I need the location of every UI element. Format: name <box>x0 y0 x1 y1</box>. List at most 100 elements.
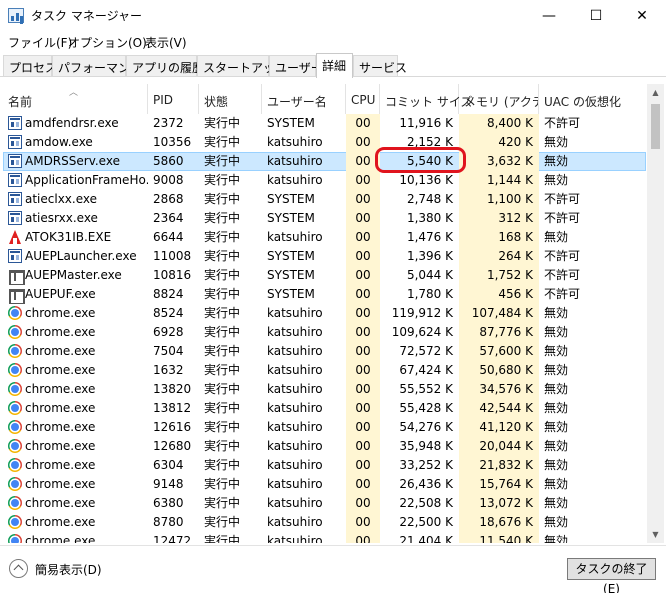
tab-services[interactable]: サービス <box>353 55 407 77</box>
tab-startup[interactable]: スタートアップ <box>197 55 287 77</box>
end-task-button[interactable]: タスクの終了(E) <box>567 558 656 593</box>
process-memory: 20,044 K <box>459 437 539 456</box>
process-memory: 107,484 K <box>459 304 539 323</box>
table-row[interactable]: chrome.exe 12616 実行中 katsuhiro 00 54,276 K 41,… <box>3 418 646 437</box>
menu-options[interactable]: オプション(O) <box>68 34 147 51</box>
table-row[interactable]: amdow.exe 10356 実行中 katsuhiro 00 2,152 K 420 K… <box>3 133 646 152</box>
process-name: chrome.exe <box>3 323 148 342</box>
scroll-up-icon[interactable]: ▲ <box>647 84 664 101</box>
process-pid: 2372 <box>153 116 184 130</box>
table-row[interactable]: chrome.exe 7504 実行中 katsuhiro 00 72,572 K 57,6… <box>3 342 646 361</box>
column-header-memory[interactable]: メモリ (アクテ... <box>459 84 539 114</box>
table-row[interactable]: AUEPLauncher.exe 11008 実行中 SYSTEM 00 1,396 K 2… <box>3 247 646 266</box>
process-user: katsuhiro <box>267 496 323 510</box>
column-header-cpu[interactable]: CPU <box>346 84 380 114</box>
column-header-pid[interactable]: PID <box>148 84 199 114</box>
column-header-commit-size[interactable]: コミット サイズ <box>380 84 472 114</box>
process-uac: 無効 <box>544 173 569 187</box>
tab-users[interactable]: ユーザー <box>269 55 323 77</box>
table-row[interactable]: ApplicationFrameHo... 9008 実行中 katsuhiro 00 1… <box>3 171 646 190</box>
scroll-down-icon[interactable]: ▼ <box>647 526 664 543</box>
process-status: 実行中 <box>204 515 241 529</box>
process-name: AMDRSServ.exe <box>3 152 148 171</box>
tab-bar: プロセス パフォーマンス アプリの履歴 スタートアップ ユーザー 詳細 サービス <box>0 53 666 78</box>
process-uac: 無効 <box>544 401 569 415</box>
process-uac: 無効 <box>544 534 569 543</box>
chrome-icon <box>8 401 22 415</box>
process-user: katsuhiro <box>267 401 323 415</box>
table-row[interactable]: chrome.exe 6928 実行中 katsuhiro 00 109,624 K 87,… <box>3 323 646 342</box>
process-memory: 8,400 K <box>459 114 539 133</box>
column-header-name[interactable]: 名前 ︿ <box>3 84 148 114</box>
table-row[interactable]: chrome.exe 6304 実行中 katsuhiro 00 33,252 K 21,8… <box>3 456 646 475</box>
process-memory: 41,120 K <box>459 418 539 437</box>
process-memory: 168 K <box>459 228 539 247</box>
process-status: 実行中 <box>204 496 241 510</box>
process-name: amdfendrsr.exe <box>3 114 148 133</box>
vertical-scrollbar[interactable]: ▲ ▼ <box>647 84 664 543</box>
tab-processes[interactable]: プロセス <box>3 55 57 77</box>
process-name-label: chrome.exe <box>25 401 96 415</box>
process-name-label: amdfendrsr.exe <box>25 116 119 130</box>
table-row[interactable]: chrome.exe 13820 実行中 katsuhiro 00 55,552 K 34,… <box>3 380 646 399</box>
column-header-status[interactable]: 状態 <box>199 84 262 114</box>
column-header-uac[interactable]: UAC の仮想化 <box>539 84 646 114</box>
minimize-button[interactable]: — <box>526 0 572 31</box>
process-name-label: ApplicationFrameHo... <box>25 173 148 187</box>
table-row[interactable]: chrome.exe 12472 実行中 katsuhiro 00 21,404 K 11,… <box>3 532 646 543</box>
process-name-label: AUEPLauncher.exe <box>25 249 137 263</box>
process-name: ATOK31IB.EXE <box>3 228 148 247</box>
column-header-username[interactable]: ユーザー名 <box>262 84 346 114</box>
process-user: katsuhiro <box>267 534 323 543</box>
process-uac: 無効 <box>544 135 569 149</box>
table-row[interactable]: chrome.exe 1632 実行中 katsuhiro 00 67,424 K 50,6… <box>3 361 646 380</box>
table-row[interactable]: amdfendrsr.exe 2372 実行中 SYSTEM 00 11,916 K 8,4… <box>3 114 646 133</box>
tab-performance[interactable]: パフォーマンス <box>52 55 142 77</box>
chrome-icon <box>8 420 22 434</box>
process-commit-size: 22,508 K <box>399 496 453 510</box>
scroll-thumb[interactable] <box>651 104 660 149</box>
table-row[interactable]: ATOK31IB.EXE 6644 実行中 katsuhiro 00 1,476 K 168… <box>3 228 646 247</box>
collapse-chevron-icon[interactable] <box>9 559 28 578</box>
process-cpu: 00 <box>346 266 380 285</box>
process-name-label: ATOK31IB.EXE <box>25 230 112 244</box>
table-row[interactable]: chrome.exe 8524 実行中 katsuhiro 00 119,912 K 107… <box>3 304 646 323</box>
table-row[interactable]: atiesrxx.exe 2364 実行中 SYSTEM 00 1,380 K 312 K 不… <box>3 209 646 228</box>
tab-app-history[interactable]: アプリの履歴 <box>126 55 204 77</box>
process-commit-size: 67,424 K <box>399 363 453 377</box>
window-title: タスク マネージャー <box>31 9 142 23</box>
process-uac: 無効 <box>544 382 569 396</box>
table-row[interactable]: AMDRSServ.exe 5860 実行中 katsuhiro 00 5,540 K 3,… <box>3 152 646 171</box>
table-row[interactable]: AUEPUF.exe 8824 実行中 SYSTEM 00 1,780 K 456 K 不許可 <box>3 285 646 304</box>
process-status: 実行中 <box>204 230 241 244</box>
process-cpu: 00 <box>346 190 380 209</box>
chrome-icon <box>8 534 22 543</box>
menu-file[interactable]: ファイル(F) <box>8 34 72 51</box>
process-memory: 42,544 K <box>459 399 539 418</box>
process-status: 実行中 <box>204 306 241 320</box>
chrome-icon <box>8 458 22 472</box>
close-button[interactable]: ✕ <box>619 0 665 31</box>
process-name-label: chrome.exe <box>25 382 96 396</box>
menu-view[interactable]: 表示(V) <box>145 34 187 51</box>
process-status: 実行中 <box>204 477 241 491</box>
process-status: 実行中 <box>204 211 241 225</box>
process-name: chrome.exe <box>3 437 148 456</box>
table-row[interactable]: chrome.exe 8780 実行中 katsuhiro 00 22,500 K 18,6… <box>3 513 646 532</box>
process-commit-size: 72,572 K <box>399 344 453 358</box>
tab-details[interactable]: 詳細 <box>316 53 353 78</box>
process-user: katsuhiro <box>267 173 323 187</box>
table-row[interactable]: atieclxx.exe 2868 実行中 SYSTEM 00 2,748 K 1,100 … <box>3 190 646 209</box>
process-uac: 無効 <box>544 477 569 491</box>
table-row[interactable]: chrome.exe 9148 実行中 katsuhiro 00 26,436 K 15,7… <box>3 475 646 494</box>
table-row[interactable]: chrome.exe 12680 実行中 katsuhiro 00 35,948 K 20,… <box>3 437 646 456</box>
maximize-button[interactable]: ☐ <box>573 0 619 31</box>
process-cpu: 00 <box>346 209 380 228</box>
table-row[interactable]: chrome.exe 13812 実行中 katsuhiro 00 55,428 K 42,… <box>3 399 646 418</box>
table-row[interactable]: chrome.exe 6380 実行中 katsuhiro 00 22,508 K 13,0… <box>3 494 646 513</box>
table-row[interactable]: AUEPMaster.exe 10816 実行中 SYSTEM 00 5,044 K 1,7… <box>3 266 646 285</box>
fewer-details-link[interactable]: 簡易表示(D) <box>35 561 102 578</box>
chrome-icon <box>8 325 22 339</box>
process-name-label: chrome.exe <box>25 420 96 434</box>
column-label: 名前 <box>8 95 33 109</box>
